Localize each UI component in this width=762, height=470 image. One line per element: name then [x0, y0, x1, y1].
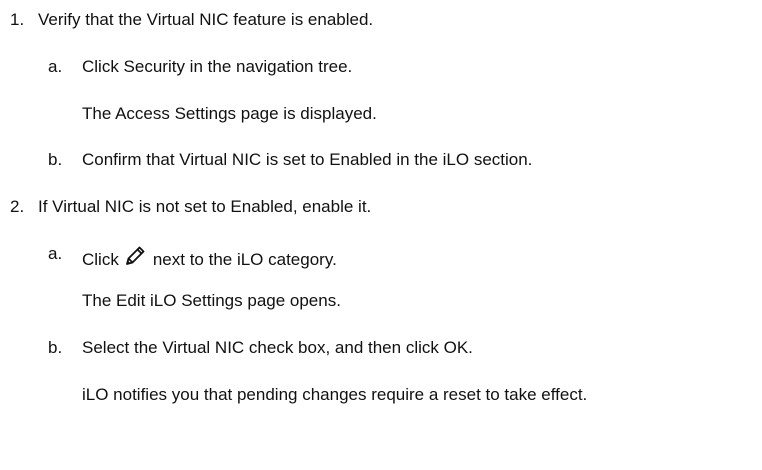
substep-text: Click next to the iLO category.: [82, 244, 337, 273]
substep-letter: a.: [48, 57, 63, 76]
substep-text-before-icon: Click: [82, 250, 119, 269]
substep-letter: b.: [48, 338, 63, 357]
step-text: Verify that the Virtual NIC feature is e…: [38, 10, 374, 29]
substep-text: Click Security in the navigation tree.: [82, 57, 353, 76]
step-number: 1.: [10, 10, 25, 29]
substep-result: The Edit iLO Settings page opens.: [82, 291, 341, 310]
substep-text: Select the Virtual NIC check box, and th…: [82, 338, 473, 357]
substep-text: Confirm that Virtual NIC is set to Enabl…: [82, 150, 533, 169]
step-text: If Virtual NIC is not set to Enabled, en…: [38, 197, 372, 216]
substep-letter: b.: [48, 150, 63, 169]
pencil-edit-icon: [123, 244, 147, 273]
substep-result: iLO notifies you that pending changes re…: [82, 385, 588, 404]
step-number: 2.: [10, 197, 25, 216]
substep-result: The Access Settings page is displayed.: [82, 104, 377, 123]
substep-text-after-icon: next to the iLO category.: [152, 250, 337, 269]
substep-letter: a.: [48, 244, 63, 263]
